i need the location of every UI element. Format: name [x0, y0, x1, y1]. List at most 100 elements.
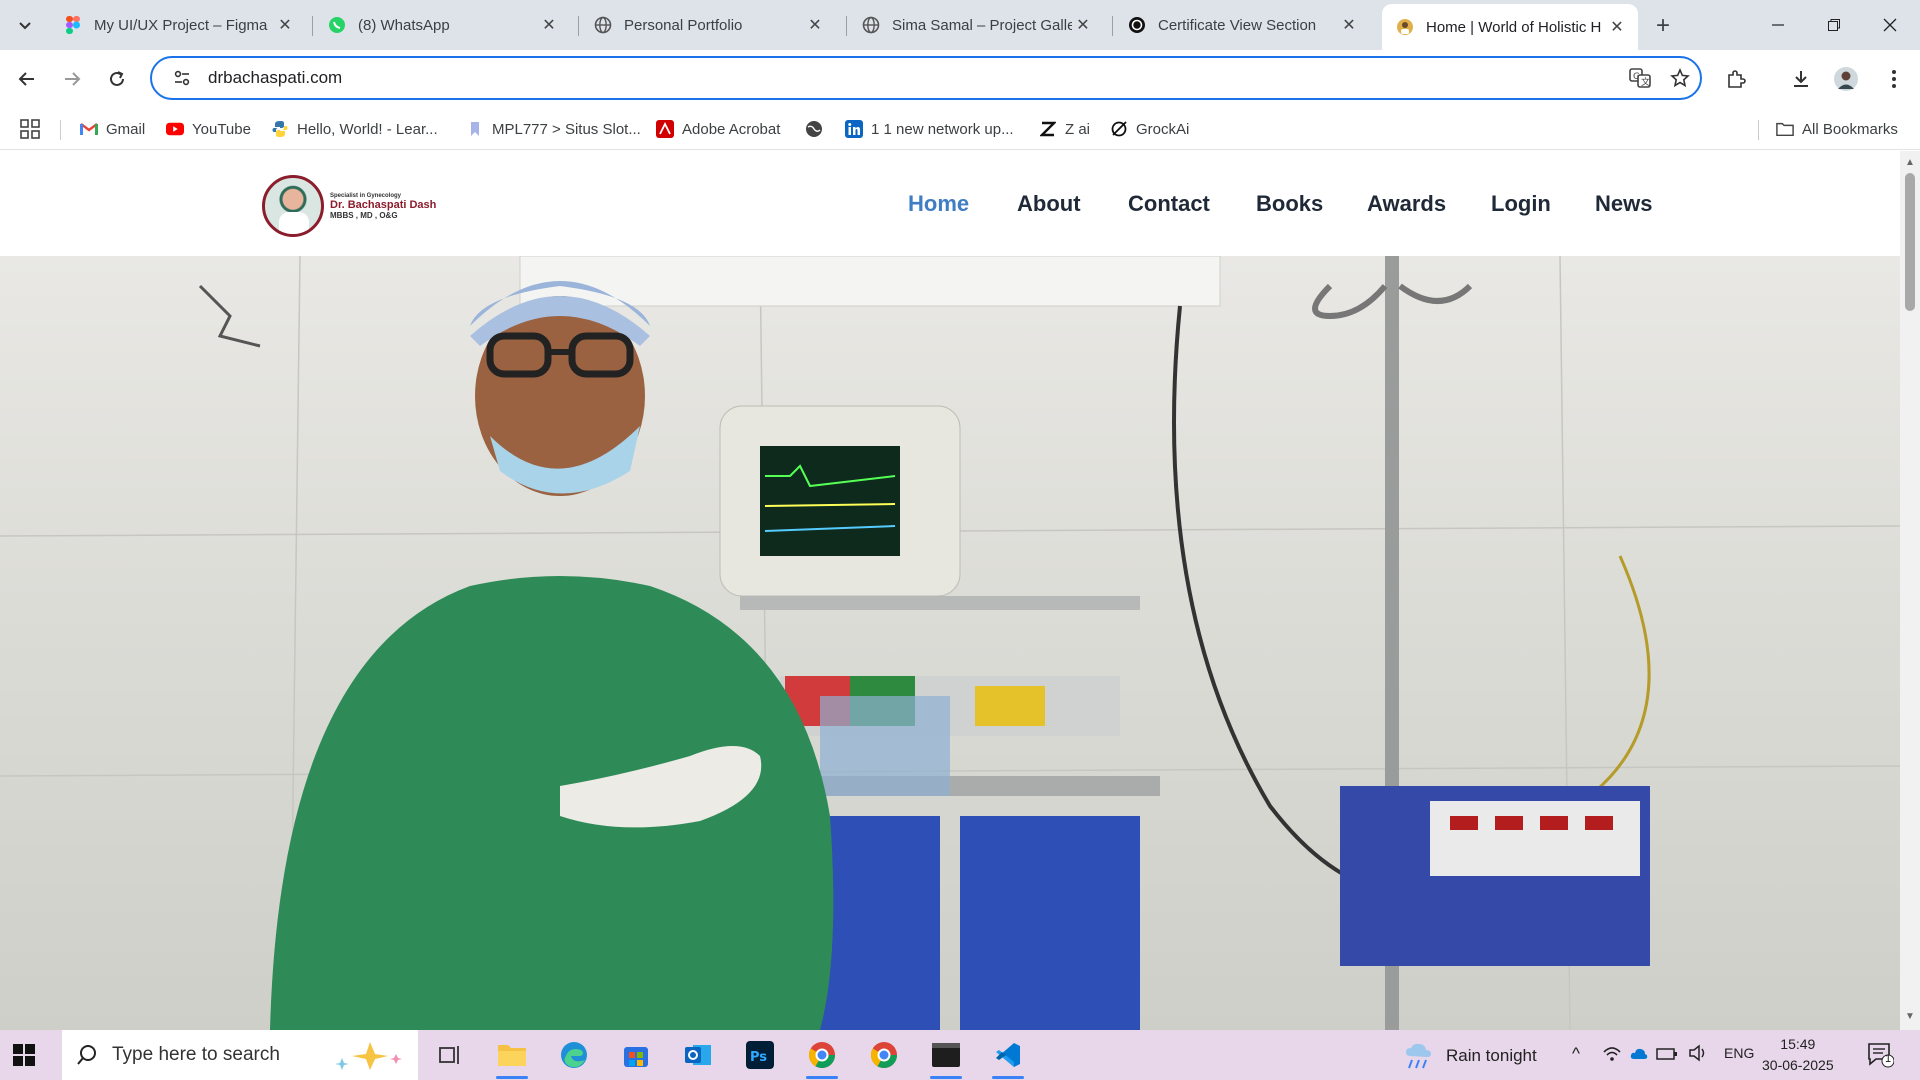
whatsapp-icon [328, 16, 346, 34]
back-button[interactable] [10, 62, 44, 96]
scroll-down-icon[interactable]: ▼ [1904, 1011, 1916, 1023]
logo-degrees: MBBS , MD , O&G [330, 210, 398, 220]
volume-icon[interactable] [1688, 1044, 1708, 1067]
cloud-sync-icon[interactable] [1630, 1046, 1648, 1066]
taskbar-photoshop[interactable]: Ps [736, 1035, 784, 1075]
bookmark-grockai[interactable]: GrockAi [1110, 116, 1189, 142]
nav-contact[interactable]: Contact [1128, 191, 1210, 217]
battery-icon[interactable] [1656, 1046, 1678, 1066]
profile-avatar[interactable] [1828, 62, 1864, 96]
bookmark-linkedin[interactable]: 1 1 new network up... [845, 116, 1014, 142]
bookmarks-bar: Gmail YouTube Hello, World! - Lear... MP… [0, 108, 1920, 150]
new-tab-button[interactable]: + [1648, 12, 1678, 40]
scroll-up-icon[interactable]: ▲ [1904, 157, 1916, 169]
apps-grid-icon [20, 119, 40, 139]
site-info-icon[interactable] [162, 69, 202, 87]
close-icon[interactable]: ✕ [804, 14, 826, 36]
close-icon[interactable]: ✕ [1606, 16, 1628, 38]
running-indicator [930, 1076, 962, 1079]
apps-button[interactable] [20, 116, 40, 142]
close-window-button[interactable] [1862, 0, 1918, 50]
notifications-button[interactable]: 1 [1866, 1040, 1895, 1073]
tab-title: Sima Samal – Project Galle [892, 16, 1072, 34]
reload-button[interactable] [100, 62, 134, 96]
bookmark-adobe-acrobat[interactable]: Adobe Acrobat [656, 116, 780, 142]
taskbar-clock[interactable]: 15:49 30-06-2025 [1762, 1034, 1834, 1076]
notification-count: 1 [1884, 1053, 1892, 1065]
bookmark-youtube[interactable]: YouTube [166, 116, 251, 142]
nav-home[interactable]: Home [908, 191, 969, 217]
browser-toolbar: drbachaspati.com G文 [0, 50, 1920, 108]
close-icon[interactable]: ✕ [538, 14, 560, 36]
folder-icon [498, 1045, 526, 1066]
reload-icon [110, 71, 124, 86]
hero-image [0, 256, 1900, 1030]
nav-news[interactable]: News [1595, 191, 1652, 217]
tab-search-button[interactable] [10, 11, 40, 39]
logo-text: Specialist in Gynecology Dr. Bachaspati … [330, 193, 436, 220]
taskbar-search[interactable]: Type here to search [62, 1030, 418, 1080]
taskbar-edge[interactable] [550, 1035, 598, 1075]
all-bookmarks-label: All Bookmarks [1802, 120, 1898, 138]
task-view-button[interactable] [426, 1035, 474, 1075]
taskbar-terminal[interactable] [922, 1035, 970, 1079]
tab-personal-portfolio[interactable]: Personal Portfolio ✕ [580, 6, 836, 44]
taskbar-vscode[interactable] [984, 1035, 1032, 1079]
close-icon[interactable]: ✕ [1072, 14, 1094, 36]
nav-awards[interactable]: Awards [1367, 191, 1446, 217]
bookmark-label: Adobe Acrobat [682, 120, 781, 138]
windows-icon [13, 1044, 35, 1066]
bookmark-globe[interactable] [805, 116, 831, 142]
close-icon[interactable]: ✕ [274, 14, 296, 36]
clock-date: 30-06-2025 [1762, 1057, 1834, 1073]
bookmark-python[interactable]: Hello, World! - Lear... [271, 116, 438, 142]
tab-title: Certificate View Section [1158, 16, 1317, 34]
tab-figma[interactable]: My UI/UX Project – Figma ✕ [50, 6, 306, 44]
globe-icon [594, 16, 612, 34]
bookmark-mpl777[interactable]: MPL777 > Situs Slot... [466, 116, 641, 142]
chevron-up-icon[interactable]: ^ [1572, 1044, 1580, 1064]
taskbar-store[interactable] [612, 1035, 660, 1075]
site-logo[interactable]: Specialist in Gynecology Dr. Bachaspati … [262, 175, 436, 237]
tab-whatsapp[interactable]: (8) WhatsApp ✕ [314, 6, 570, 44]
globe-icon [805, 120, 823, 138]
url-text[interactable]: drbachaspati.com [208, 68, 1620, 88]
taskbar-outlook[interactable] [674, 1035, 722, 1075]
extensions-button[interactable] [1718, 62, 1754, 96]
tab-title: My UI/UX Project – Figma [94, 16, 268, 34]
nav-about[interactable]: About [1017, 191, 1081, 217]
nav-books[interactable]: Books [1256, 191, 1323, 217]
tab-project-gallery[interactable]: Sima Samal – Project Galle ✕ [848, 6, 1104, 44]
wifi-icon[interactable] [1602, 1044, 1622, 1067]
taskbar-chrome[interactable] [860, 1035, 908, 1075]
bookmark-label: Hello, World! - Lear... [297, 120, 438, 138]
address-bar[interactable]: drbachaspati.com G文 [150, 56, 1702, 100]
star-icon[interactable] [1660, 60, 1700, 96]
bookmark-label: Gmail [106, 120, 146, 138]
bookmark-gmail[interactable]: Gmail [80, 116, 145, 142]
start-button[interactable] [12, 1043, 36, 1067]
page-scrollbar[interactable]: ▲ ▼ [1900, 151, 1920, 1030]
figma-icon [64, 16, 82, 34]
restore-button[interactable] [1806, 0, 1862, 50]
bookmark-z-ai[interactable]: Z ai [1039, 116, 1090, 142]
close-icon[interactable]: ✕ [1338, 14, 1360, 36]
minimize-button[interactable] [1750, 0, 1806, 50]
downloads-button[interactable] [1783, 62, 1819, 96]
tab-holistic-home[interactable]: Home | World of Holistic H ✕ [1382, 4, 1638, 50]
all-bookmarks-button[interactable]: All Bookmarks [1776, 116, 1898, 142]
bookmark-label: Z ai [1065, 120, 1091, 138]
taskbar-file-explorer[interactable] [488, 1035, 536, 1079]
translate-icon[interactable]: G文 [1620, 60, 1660, 96]
tab-separator [312, 16, 313, 36]
scroll-thumb[interactable] [1905, 173, 1915, 311]
svg-text:文: 文 [1641, 76, 1650, 88]
taskbar-chrome-profile[interactable] [798, 1035, 846, 1079]
bookmark-icon [466, 120, 484, 138]
tab-certificate-view[interactable]: Certificate View Section ✕ [1114, 6, 1370, 44]
nav-login[interactable]: Login [1491, 191, 1551, 217]
menu-button[interactable] [1876, 62, 1912, 96]
language-indicator[interactable]: ENG [1724, 1045, 1754, 1061]
weather-widget[interactable]: Rain tonight [1404, 1042, 1537, 1070]
forward-button[interactable] [55, 62, 89, 96]
